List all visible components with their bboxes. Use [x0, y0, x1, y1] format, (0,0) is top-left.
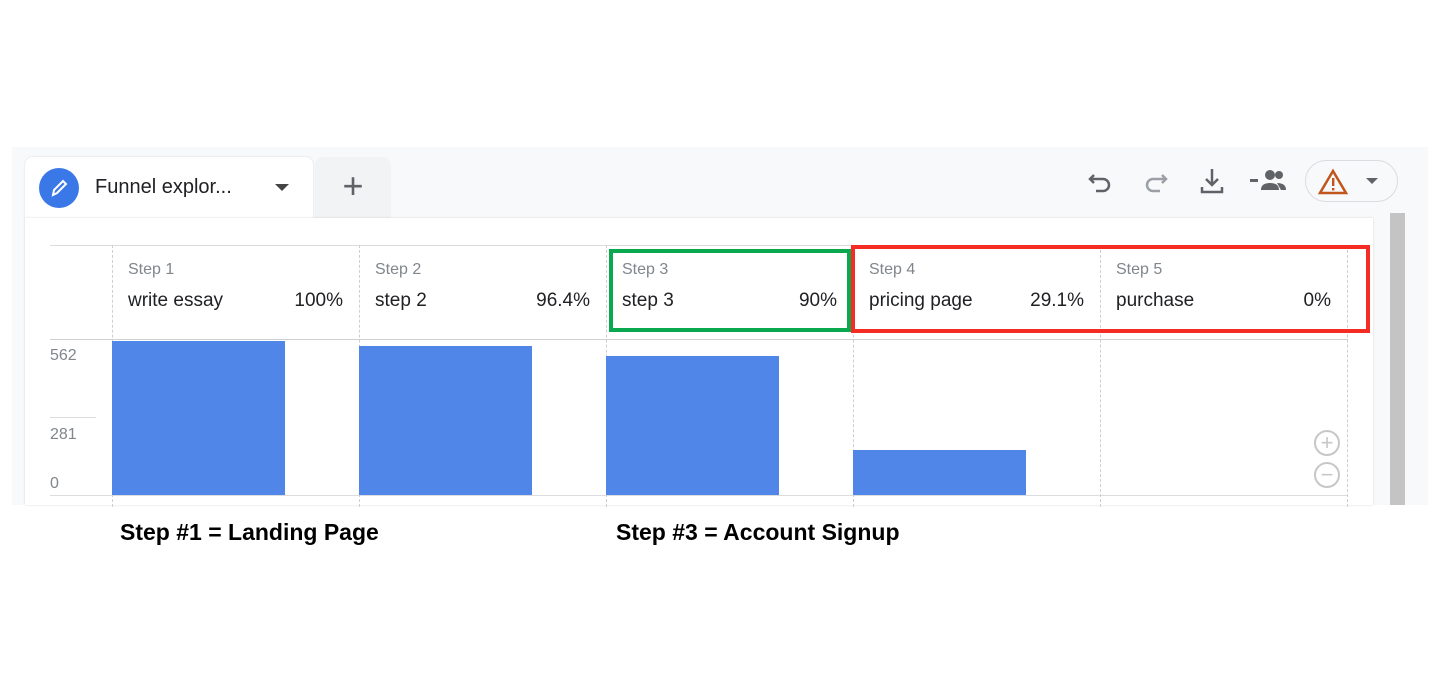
funnel-bar[interactable] — [359, 346, 532, 495]
tab-title: Funnel explor... — [95, 176, 232, 198]
redo-icon[interactable] — [1140, 163, 1172, 199]
vertical-scrollbar[interactable] — [1390, 213, 1405, 505]
warning-icon — [1318, 168, 1348, 195]
red-highlight-box — [851, 245, 1370, 333]
chevron-down-icon[interactable] — [275, 184, 289, 191]
share-users-icon[interactable] — [1250, 163, 1290, 199]
funnel-bar[interactable] — [112, 340, 285, 495]
green-highlight-box — [609, 249, 851, 332]
x-axis-line — [50, 495, 1348, 496]
chevron-down-icon — [1366, 178, 1378, 184]
download-icon[interactable] — [1196, 163, 1228, 199]
step-percent: 96.4% — [536, 290, 590, 311]
tab-funnel-exploration[interactable]: Funnel explor... — [25, 157, 313, 219]
zoom-in-icon[interactable]: + — [1314, 430, 1340, 456]
y-tick-label: 0 — [50, 475, 59, 492]
annotation-account-signup: Step #3 = Account Signup — [616, 519, 900, 545]
add-tab-button[interactable]: + — [315, 157, 391, 218]
step-name: step 2 — [375, 290, 427, 311]
funnel-bar[interactable] — [606, 356, 779, 495]
warning-dropdown-button[interactable] — [1305, 160, 1398, 202]
funnel-step-header[interactable]: Step 2 step 2 96.4% — [359, 245, 606, 339]
funnel-step-header[interactable]: Step 1 write essay 100% — [112, 245, 359, 339]
step-label: Step 2 — [375, 261, 422, 278]
pencil-icon[interactable] — [39, 168, 79, 208]
zoom-out-icon[interactable]: − — [1314, 462, 1340, 488]
undo-icon[interactable] — [1084, 163, 1116, 199]
header-bottom-line — [50, 339, 1348, 340]
step-name: write essay — [128, 290, 224, 311]
step-label: Step 1 — [128, 261, 175, 278]
annotation-landing-page: Step #1 = Landing Page — [120, 519, 379, 545]
funnel-bar[interactable] — [853, 450, 1026, 495]
y-tick-label: 562 — [50, 347, 77, 364]
grid-line — [50, 417, 96, 418]
step-percent: 100% — [294, 290, 343, 311]
y-tick-label: 281 — [50, 426, 77, 443]
